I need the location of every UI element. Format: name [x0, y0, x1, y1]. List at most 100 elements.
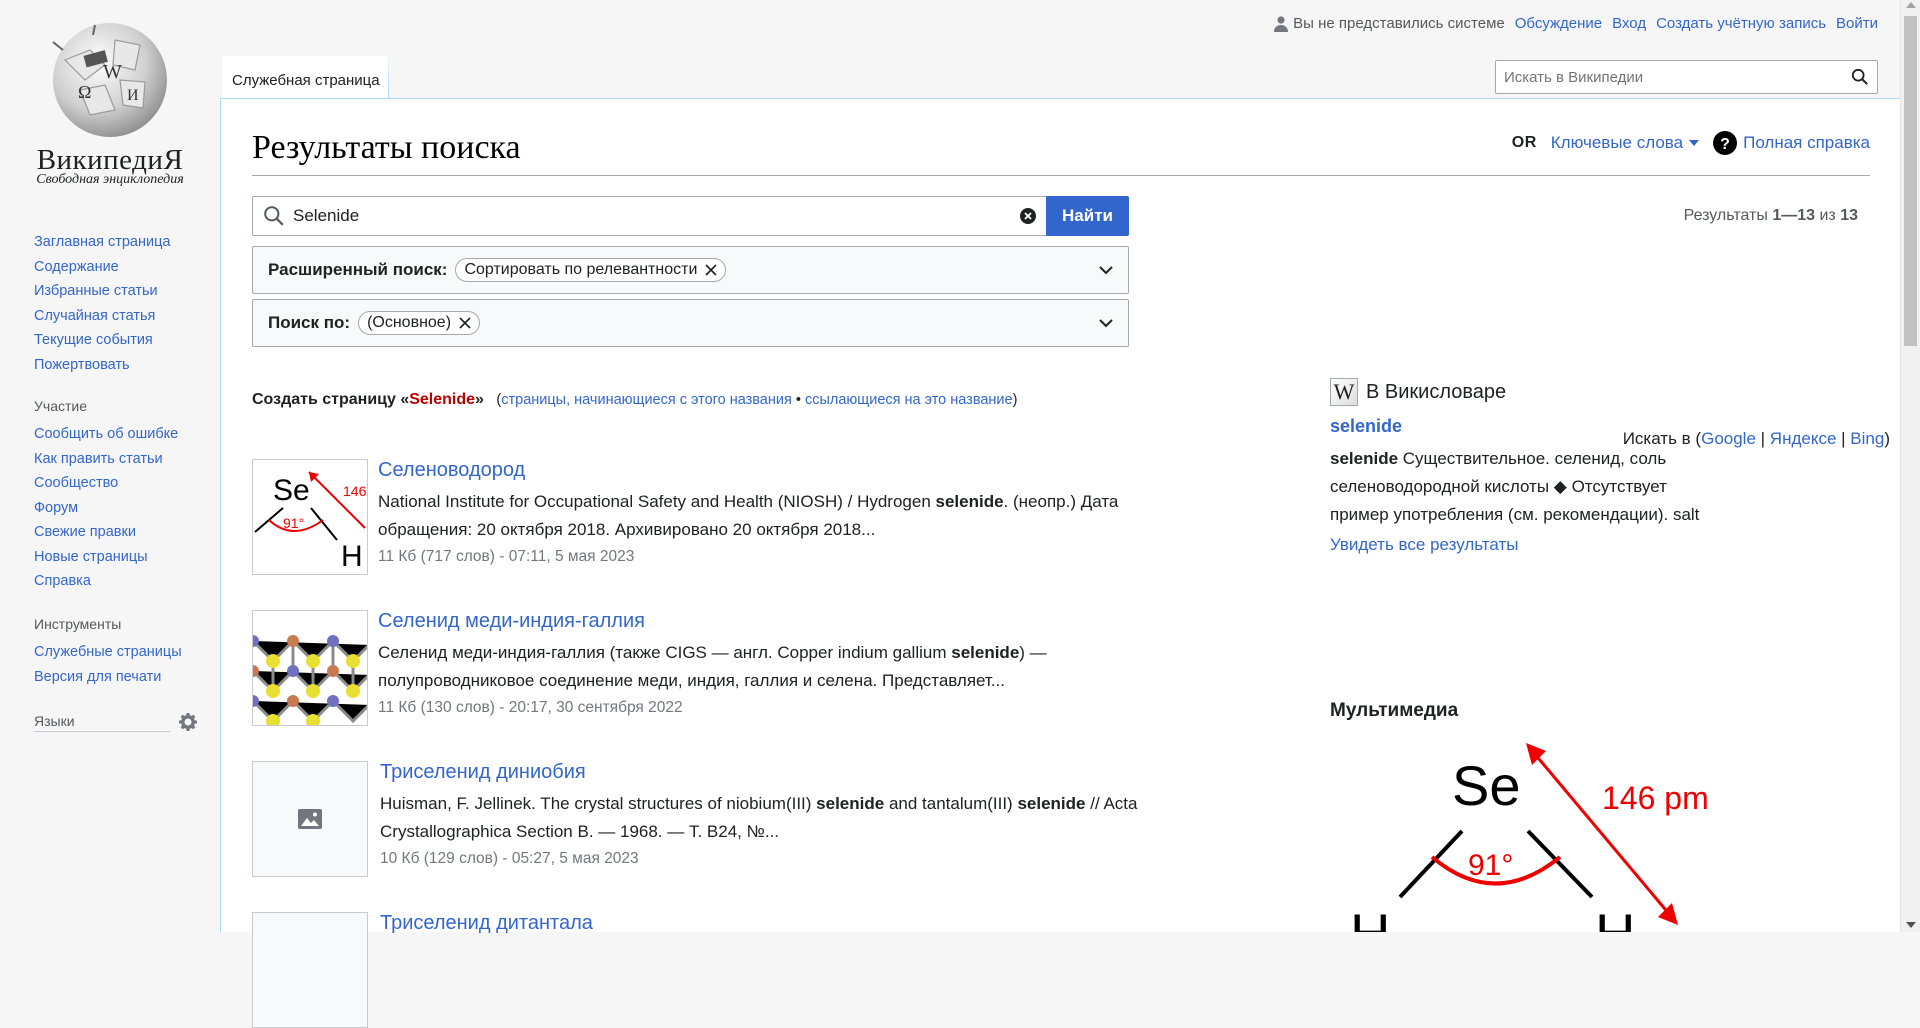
- svg-text:H: H: [1350, 902, 1390, 932]
- result-title-link[interactable]: Триселенид диниобия: [380, 761, 1180, 784]
- sort-chip[interactable]: Сортировать по релевантности: [455, 258, 727, 282]
- svg-text:91°: 91°: [283, 515, 304, 531]
- svg-text:Se: Se: [273, 474, 310, 507]
- tools-navigation: Инструменты Служебные страницы Версия дл…: [34, 616, 194, 689]
- search-submit-button[interactable]: Найти: [1046, 196, 1129, 236]
- namespace-label: Поиск по:: [268, 313, 351, 332]
- multimedia-molecule-image[interactable]: Se 91° 146 pm H H: [1340, 735, 1740, 932]
- what-links-here-link[interactable]: ссылающиеся на это название: [805, 392, 1013, 408]
- chevron-down-icon: [1689, 140, 1700, 146]
- gear-icon[interactable]: [178, 712, 198, 732]
- nav-item-current-events[interactable]: Текущие события: [34, 332, 153, 348]
- image-placeholder-icon: [298, 809, 322, 829]
- svg-text:W: W: [103, 61, 122, 83]
- contributions-link[interactable]: Вход: [1612, 15, 1646, 32]
- user-icon: [1274, 15, 1289, 32]
- anon-status: Вы не представились системе: [1274, 15, 1505, 32]
- close-icon[interactable]: [459, 317, 471, 329]
- search-input[interactable]: [285, 206, 1020, 226]
- chevron-down-icon: [1099, 319, 1113, 328]
- nav-item-print-version[interactable]: Версия для печати: [34, 669, 161, 685]
- main-navigation: Заглавная страница Содержание Избранные …: [34, 230, 194, 377]
- top-search-input[interactable]: [1496, 61, 1843, 93]
- close-icon[interactable]: [705, 264, 717, 276]
- clear-icon[interactable]: [1020, 208, 1036, 224]
- result-title-link[interactable]: Селенид меди-индия-галлия: [378, 610, 1178, 633]
- search-icon: [264, 206, 284, 226]
- result-meta: 10 Кб (129 слов) - 05:27, 5 мая 2023: [380, 850, 639, 867]
- create-page-link[interactable]: Selenide: [409, 391, 475, 408]
- top-search-form: [1495, 60, 1878, 94]
- nav-item-contents[interactable]: Содержание: [34, 259, 119, 275]
- bing-search-link[interactable]: Bing: [1850, 429, 1884, 448]
- nav-item-random[interactable]: Случайная статья: [34, 308, 155, 324]
- scroll-up-arrow[interactable]: [1906, 2, 1916, 8]
- nav-heading-languages: Языки: [34, 713, 170, 732]
- nav-item-recent-changes[interactable]: Свежие правки: [34, 524, 136, 540]
- or-badge: OR: [1511, 134, 1537, 151]
- svg-text:H: H: [341, 540, 363, 573]
- search-icon: [1851, 68, 1868, 85]
- scroll-down-arrow[interactable]: [1906, 922, 1916, 928]
- wiktionary-icon: W: [1330, 378, 1358, 406]
- create-page-line: Создать страницу «Selenide» (страницы, н…: [252, 391, 1018, 408]
- svg-text:Ω: Ω: [78, 82, 91, 102]
- advanced-search-toggle[interactable]: Расширенный поиск: Сортировать по релева…: [252, 246, 1129, 294]
- result-thumbnail[interactable]: [252, 761, 368, 877]
- nav-item-main-page[interactable]: Заглавная страница: [34, 234, 170, 250]
- result-snippet: National Institute for Occupational Safe…: [378, 492, 1119, 539]
- svg-text:?: ?: [1720, 136, 1730, 153]
- advanced-search-label: Расширенный поиск:: [268, 260, 448, 279]
- multimedia-heading: Мультимедиа: [1330, 700, 1459, 721]
- result-snippet: Селенид меди-индия-галлия (также CIGS — …: [378, 643, 1047, 690]
- login-link[interactable]: Войти: [1836, 15, 1878, 32]
- keywords-dropdown[interactable]: Ключевые слова: [1551, 133, 1700, 153]
- nav-heading-tools: Инструменты: [34, 616, 122, 632]
- nav-item-special-pages[interactable]: Служебные страницы: [34, 644, 182, 660]
- nav-item-how-to-edit[interactable]: Как править статьи: [34, 451, 163, 467]
- namespace-chip[interactable]: (Основное): [358, 311, 481, 335]
- yandex-search-link[interactable]: Яндексе: [1770, 429, 1837, 448]
- svg-text:146: 146: [343, 483, 367, 499]
- talk-link[interactable]: Обсуждение: [1515, 15, 1602, 32]
- help-icon: ?: [1713, 131, 1738, 155]
- result-title-link[interactable]: Селеноводород: [378, 459, 1178, 482]
- page-title: Результаты поиска: [252, 129, 521, 166]
- wiktionary-entry-link[interactable]: selenide: [1330, 416, 1750, 437]
- nav-heading-participation: Участие: [34, 398, 87, 414]
- result-thumbnail[interactable]: [252, 610, 368, 726]
- nav-item-report-error[interactable]: Сообщить об ошибке: [34, 426, 178, 442]
- results-count: Результаты 1—13 из 13: [1683, 207, 1858, 224]
- heading-divider: [252, 175, 1870, 176]
- personal-tools: Вы не представились системе Обсуждение В…: [1274, 15, 1878, 32]
- scroll-thumb[interactable]: [1904, 16, 1917, 346]
- nav-item-featured[interactable]: Избранные статьи: [34, 283, 158, 299]
- wikipedia-globe-icon: W Ω И: [52, 23, 167, 137]
- namespace-toggle[interactable]: Поиск по: (Основное): [252, 299, 1129, 347]
- wiktionary-snippet: selenide Существительное. селенид, соль …: [1330, 449, 1700, 524]
- prefix-index-link[interactable]: страницы, начинающиеся с этого названия: [501, 392, 792, 408]
- top-search-button[interactable]: [1843, 61, 1877, 93]
- site-logo[interactable]: W Ω И ВикипедиЯ Свободная энциклопедия: [0, 0, 220, 200]
- help-link[interactable]: ? Полная справка: [1713, 131, 1870, 155]
- nav-item-community[interactable]: Сообщество: [34, 475, 118, 491]
- logo-tagline: Свободная энциклопедия: [36, 172, 184, 187]
- nav-item-help[interactable]: Справка: [34, 573, 91, 589]
- svg-text:91°: 91°: [1468, 849, 1513, 882]
- wiktionary-more-link[interactable]: Увидеть все результаты: [1330, 535, 1750, 555]
- languages-navigation: Языки: [34, 712, 197, 732]
- nav-item-new-pages[interactable]: Новые страницы: [34, 549, 148, 565]
- result-thumbnail[interactable]: Se H 91° 146: [252, 459, 368, 575]
- page-scrollbar[interactable]: [1900, 0, 1920, 932]
- wiktionary-header: W В Викисловаре: [1330, 378, 1750, 406]
- molecule-image: Se H 91° 146: [254, 471, 367, 573]
- nav-item-forum[interactable]: Форум: [34, 500, 78, 516]
- create-account-link[interactable]: Создать учётную запись: [1656, 15, 1826, 32]
- svg-text:И: И: [127, 87, 139, 104]
- result-thumbnail[interactable]: [252, 912, 368, 1028]
- tab-special-page[interactable]: Служебная страница: [222, 56, 389, 98]
- nav-item-donate[interactable]: Пожертвовать: [34, 357, 130, 373]
- svg-text:H: H: [1595, 902, 1635, 932]
- crystal-structure-image: [253, 611, 367, 725]
- svg-text:146 pm: 146 pm: [1602, 780, 1709, 816]
